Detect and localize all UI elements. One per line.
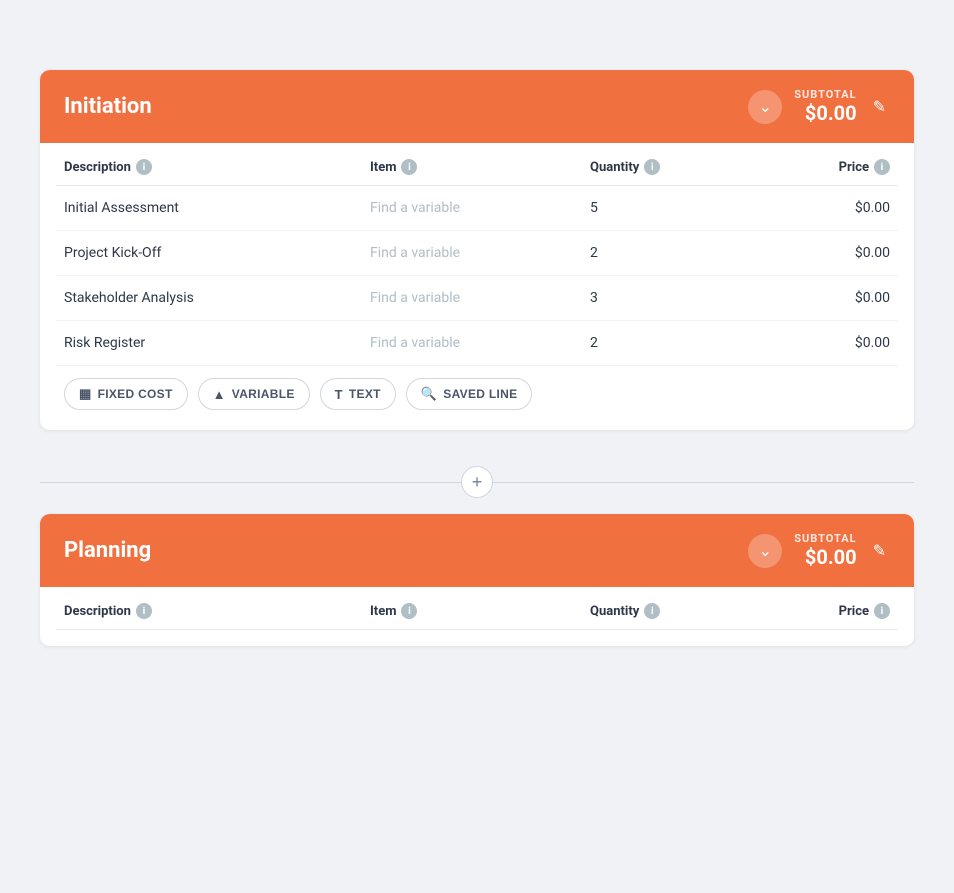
table-row: Project Kick-OffFind a variable2$0.00 [56,231,898,276]
row-description: Stakeholder Analysis [64,290,370,306]
action-btn-fixed-cost[interactable]: ▦ FIXED COST [64,378,188,410]
row-item[interactable]: Find a variable [370,200,590,216]
section-card-planning: Planning ⌄ SUBTOTAL$0.00 ✎ DescriptioniItemi… [40,514,914,646]
section-card-initiation: Initiation⌄SUBTOTAL$0.00✎DescriptioniIte… [40,70,914,430]
row-description: Initial Assessment [64,200,370,216]
info-icon-price[interactable]: i [874,159,890,175]
info-icon-quantity[interactable]: i [644,159,660,175]
table-row: Initial AssessmentFind a variable5$0.00 [56,186,898,231]
table-row: Risk RegisterFind a variable2$0.00 [56,321,898,366]
info-icon-quantity[interactable]: i [644,603,660,619]
subtotal-value-planning: $0.00 [794,545,856,569]
th-item: Itemi [370,159,590,175]
row-description: Risk Register [64,335,370,351]
table-container-initiation: DescriptioniItemiQuantityiPriceiInitial … [40,143,914,430]
row-item[interactable]: Find a variable [370,290,590,306]
edit-btn-planning[interactable]: ✎ [869,537,890,565]
th-description: Descriptioni [64,159,370,175]
action-btn-variable[interactable]: ▲ VARIABLE [198,378,310,410]
row-quantity: 5 [590,200,750,216]
subtotal-value-initiation: $0.00 [794,101,856,125]
table-container-planning: DescriptioniItemiQuantityiPricei [40,587,914,646]
table-header-planning: DescriptioniItemiQuantityiPricei [56,587,898,630]
table-row: Stakeholder AnalysisFind a variable3$0.0… [56,276,898,321]
chevron-btn-planning[interactable]: ⌄ [748,534,782,568]
saved-line-label: SAVED LINE [443,387,517,401]
edit-btn-initiation[interactable]: ✎ [869,93,890,121]
info-icon-item[interactable]: i [401,159,417,175]
row-price: $0.00 [750,290,890,306]
fixed-cost-label: FIXED COST [98,387,173,401]
info-icon-item[interactable]: i [401,603,417,619]
row-quantity: 2 [590,335,750,351]
row-item[interactable]: Find a variable [370,245,590,261]
add-section-button[interactable]: + [461,466,493,498]
chevron-btn-initiation[interactable]: ⌄ [748,90,782,124]
th-item: Itemi [370,603,590,619]
row-quantity: 2 [590,245,750,261]
row-price: $0.00 [750,335,890,351]
row-quantity: 3 [590,290,750,306]
subtotal-label-planning: SUBTOTAL [794,532,856,545]
row-price: $0.00 [750,245,890,261]
th-price: Pricei [750,603,890,619]
section-title-initiation: Initiation [64,94,152,119]
action-btn-saved-line[interactable]: 🔍 SAVED LINE [406,378,533,410]
section-title-planning: Planning [64,538,151,563]
row-item[interactable]: Find a variable [370,335,590,351]
saved-line-icon: 🔍 [421,386,438,402]
action-bar-initiation: ▦ FIXED COST ▲ VARIABLE T TEXT 🔍 SAVED LINE [56,366,898,414]
text-icon: T [335,387,343,402]
add-section-divider: + [40,450,914,514]
th-price: Pricei [750,159,890,175]
subtotal-label-initiation: SUBTOTAL [794,88,856,101]
row-description: Project Kick-Off [64,245,370,261]
section-header-initiation: Initiation ⌄ SUBTOTAL$0.00 ✎ [40,70,914,143]
action-btn-text[interactable]: T TEXT [320,378,396,410]
text-label: TEXT [349,387,381,401]
row-price: $0.00 [750,200,890,216]
th-quantity: Quantityi [590,603,750,619]
th-quantity: Quantityi [590,159,750,175]
fixed-cost-icon: ▦ [79,386,92,402]
info-icon-description[interactable]: i [136,159,152,175]
section-header-planning: Planning ⌄ SUBTOTAL$0.00 ✎ [40,514,914,587]
th-description: Descriptioni [64,603,370,619]
variable-icon: ▲ [213,387,226,402]
info-icon-description[interactable]: i [136,603,152,619]
table-header-initiation: DescriptioniItemiQuantityiPricei [56,143,898,186]
variable-label: VARIABLE [232,387,295,401]
info-icon-price[interactable]: i [874,603,890,619]
